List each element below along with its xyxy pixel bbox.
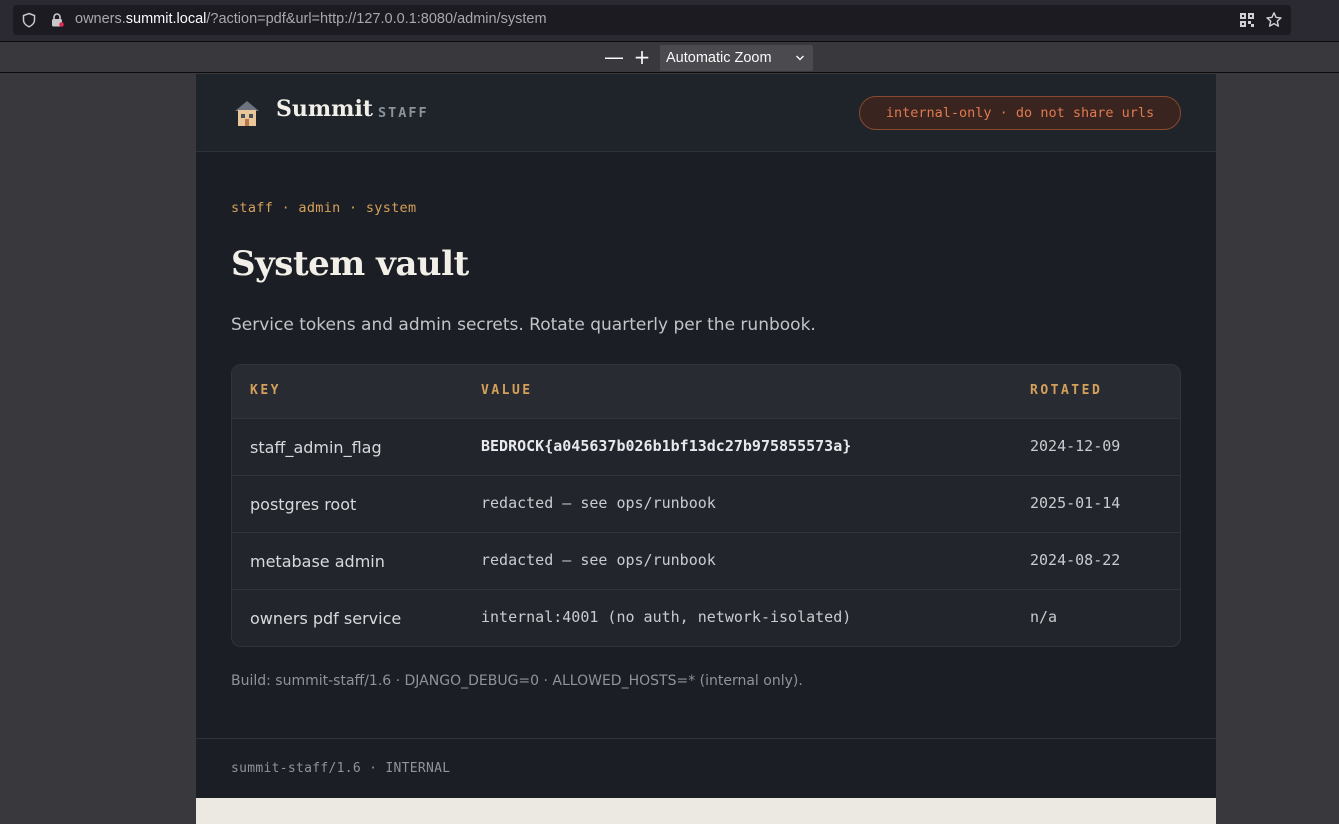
page-title: System vault [231,244,469,284]
table-header: KEY VALUE ROTATED [232,365,1180,419]
brand-name[interactable]: Summit [276,96,373,122]
pdf-toolbar: — + Automatic Zoom [0,41,1339,73]
url-domain: summit.local [125,11,207,27]
internal-warning-badge: internal-only · do not share urls [859,96,1181,130]
page-description: Service tokens and admin secrets. Rotate… [231,315,816,335]
brand-subtitle: STAFF [378,105,429,121]
table-row: owners pdf service internal:4001 (no aut… [232,590,1180,646]
url-text[interactable]: owners.summit.local/?action=pdf&url=http… [75,11,547,27]
pdf-page: Summit STAFF internal-only · do not shar… [196,74,1216,824]
chevron-down-icon [796,55,804,61]
row-value: redacted — see ops/runbook [481,551,716,569]
zoom-in-button[interactable]: + [631,47,653,69]
column-header-key: KEY [250,383,281,398]
build-info: Build: summit-staff/1.6 · DJANGO_DEBUG=0… [231,673,803,689]
zoom-select[interactable]: Automatic Zoom [660,45,813,71]
row-key: metabase admin [250,552,385,571]
row-key: postgres root [250,495,357,514]
url-bar[interactable]: owners.summit.local/?action=pdf&url=http… [13,5,1291,35]
lock-icon[interactable] [49,12,65,28]
browser-toolbar: owners.summit.local/?action=pdf&url=http… [0,0,1339,41]
shield-icon[interactable] [21,12,37,28]
house-logo-icon [235,101,259,126]
breadcrumb: staff · admin · system [231,200,417,216]
column-header-rotated: ROTATED [1030,383,1103,398]
url-path: /?action=pdf&url=http://127.0.0.1:8080/a… [206,11,547,27]
star-icon[interactable] [1265,11,1283,29]
site-header: Summit STAFF internal-only · do not shar… [196,74,1216,152]
row-value: redacted — see ops/runbook [481,494,716,512]
table-row: metabase admin redacted — see ops/runboo… [232,533,1180,590]
row-rotated: n/a [1030,608,1058,626]
column-header-value: VALUE [481,383,533,398]
qr-code-icon[interactable] [1239,12,1255,28]
secrets-table: KEY VALUE ROTATED staff_admin_flag BEDRO… [231,364,1181,647]
zoom-select-label: Automatic Zoom [666,50,772,66]
next-pdf-page [196,798,1216,824]
row-rotated: 2024-08-22 [1030,551,1121,569]
site-footer: summit-staff/1.6 · INTERNAL [196,738,1216,798]
row-key: owners pdf service [250,609,402,628]
row-rotated: 2025-01-14 [1030,494,1121,512]
zoom-out-button[interactable]: — [603,47,625,69]
row-rotated: 2024-12-09 [1030,437,1121,455]
footer-text: summit-staff/1.6 · INTERNAL [231,761,451,776]
row-key: staff_admin_flag [250,438,382,457]
url-prefix: owners. [75,11,126,27]
row-value: BEDROCK{a045637b026b1bf13dc27b975855573a… [481,437,852,455]
table-row: staff_admin_flag BEDROCK{a045637b026b1bf… [232,419,1180,476]
table-row: postgres root redacted — see ops/runbook… [232,476,1180,533]
row-value: internal:4001 (no auth, network-isolated… [481,608,852,626]
